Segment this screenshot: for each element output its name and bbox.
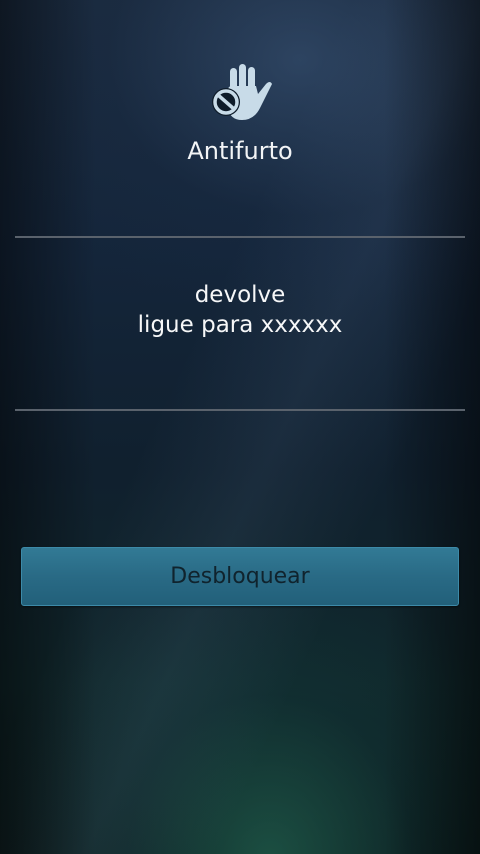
unlock-button[interactable]: Desbloquear	[21, 547, 459, 606]
divider-top	[15, 236, 465, 238]
app-title: Antifurto	[187, 137, 293, 165]
hand-stop-icon	[212, 64, 272, 120]
divider-bottom	[15, 409, 465, 411]
lock-message: devolve ligue para xxxxxx	[0, 280, 480, 340]
message-line-2: ligue para xxxxxx	[137, 312, 343, 338]
app-header: Antifurto	[0, 60, 480, 168]
message-line-1: devolve	[194, 282, 286, 308]
unlock-button-label: Desbloquear	[170, 564, 310, 589]
